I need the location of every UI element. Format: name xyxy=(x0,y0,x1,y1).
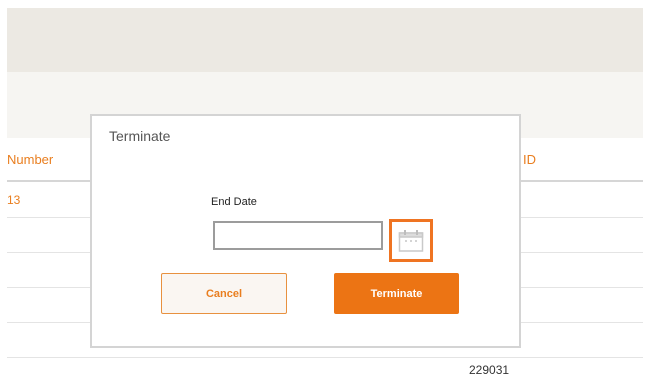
calendar-icon xyxy=(398,229,424,252)
end-date-input[interactable] xyxy=(213,221,383,250)
terminate-dialog: Terminate End Date Cancel Terminate xyxy=(90,114,521,348)
page: Number ID 13 229031 Terminate End Date C… xyxy=(0,0,645,379)
dialog-title: Terminate xyxy=(109,128,171,144)
row-divider xyxy=(7,357,643,358)
terminate-button[interactable]: Terminate xyxy=(334,273,459,314)
calendar-button[interactable] xyxy=(389,219,433,262)
table-cell-value: 229031 xyxy=(469,363,510,377)
end-date-label: End Date xyxy=(211,196,257,208)
column-header-id[interactable]: ID xyxy=(523,152,536,167)
column-header-number[interactable]: Number xyxy=(7,152,53,167)
app-header-band xyxy=(7,8,643,72)
cancel-button[interactable]: Cancel xyxy=(161,273,287,314)
table-cell-number[interactable]: 13 xyxy=(7,193,20,207)
